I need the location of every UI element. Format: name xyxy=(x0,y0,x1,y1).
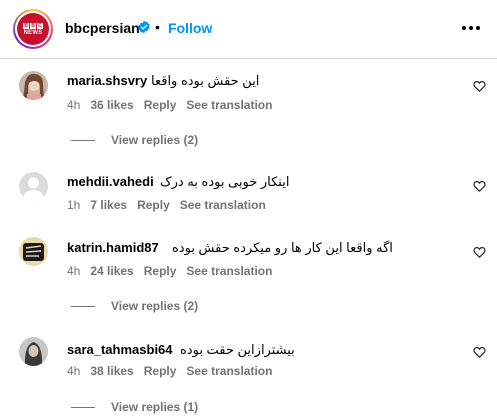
like-heart-icon[interactable] xyxy=(473,80,486,92)
view-replies-button[interactable]: View replies (2) xyxy=(71,133,198,147)
see-translation-button[interactable]: See translation xyxy=(186,98,272,112)
comment-text: این حقش بوده واقعا xyxy=(151,73,260,88)
see-translation-button[interactable]: See translation xyxy=(186,264,272,278)
comment-text: اینکار خوبی بوده به درک xyxy=(160,174,290,189)
profile-avatar[interactable]: B B C NEWS xyxy=(13,9,53,49)
comment-time[interactable]: 4h xyxy=(67,364,80,378)
view-replies-button[interactable]: View replies (2) xyxy=(71,299,198,313)
reply-button[interactable]: Reply xyxy=(144,364,177,378)
comment-username[interactable]: maria.shsvry xyxy=(67,73,147,88)
reply-button[interactable]: Reply xyxy=(144,98,177,112)
follow-button[interactable]: Follow xyxy=(168,20,212,36)
bbc-news-logo: B B C NEWS xyxy=(17,13,49,45)
commenter-avatar[interactable] xyxy=(19,71,48,100)
view-replies-button[interactable]: View replies (1) xyxy=(71,400,198,414)
comment-meta: 1h 7 likes Reply See translation xyxy=(67,198,276,212)
comment-text: بیشترازاین حقت بوده xyxy=(180,342,295,357)
comment-username[interactable]: sara_tahmasbi64 xyxy=(67,342,173,357)
comment-username[interactable]: mehdii.vahedi xyxy=(67,174,154,189)
verified-badge-icon xyxy=(138,20,150,34)
comment-username[interactable]: katrin.hamid87 xyxy=(67,240,159,255)
comment-time[interactable]: 1h xyxy=(67,198,80,212)
comment-likes[interactable]: 7 likes xyxy=(90,198,127,212)
replies-divider xyxy=(71,407,95,409)
comment-likes[interactable]: 38 likes xyxy=(90,364,133,378)
like-heart-icon[interactable] xyxy=(473,246,486,258)
comment-time[interactable]: 4h xyxy=(67,264,80,278)
replies-divider xyxy=(71,306,95,308)
post-username[interactable]: bbcpersian xyxy=(65,20,140,36)
see-translation-button[interactable]: See translation xyxy=(180,198,266,212)
like-heart-icon[interactable] xyxy=(473,346,486,358)
comment-text: اگه واقعا این کار ها رو میکرده حقش بوده xyxy=(172,240,393,255)
reply-button[interactable]: Reply xyxy=(144,264,177,278)
comment-meta: 4h 24 likes Reply See translation xyxy=(67,264,282,278)
comment-meta: 4h 38 likes Reply See translation xyxy=(67,364,282,378)
replies-divider xyxy=(71,140,95,142)
comment-likes[interactable]: 24 likes xyxy=(90,264,133,278)
comment-time[interactable]: 4h xyxy=(67,98,80,112)
separator-dot: • xyxy=(155,19,160,35)
like-heart-icon[interactable] xyxy=(473,180,486,192)
reply-button[interactable]: Reply xyxy=(137,198,170,212)
see-translation-button[interactable]: See translation xyxy=(186,364,272,378)
commenter-avatar[interactable] xyxy=(19,337,48,366)
comment-meta: 4h 36 likes Reply See translation xyxy=(67,98,282,112)
post-header: B B C NEWS bbcpersian • Follow xyxy=(0,0,497,59)
comment-likes[interactable]: 36 likes xyxy=(90,98,133,112)
commenter-avatar[interactable] xyxy=(19,172,48,201)
more-options-icon[interactable] xyxy=(462,26,480,30)
commenter-avatar[interactable] xyxy=(19,237,48,266)
